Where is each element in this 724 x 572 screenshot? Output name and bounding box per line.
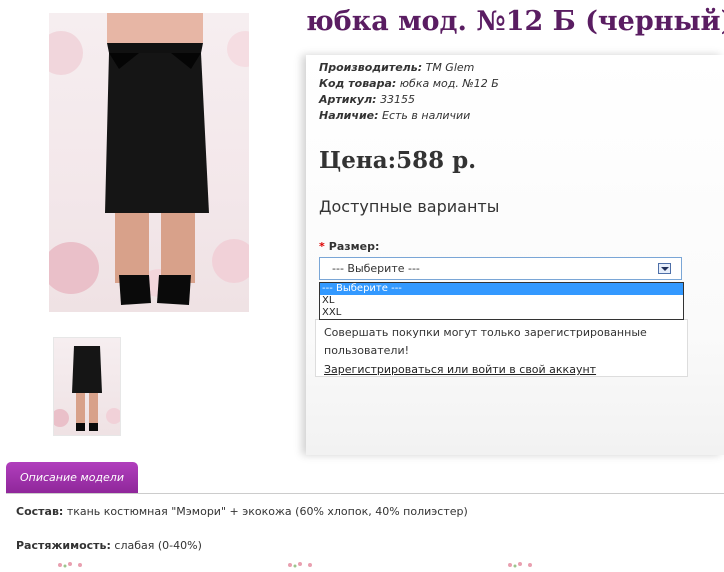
spec-label: Наличие:: [319, 109, 379, 122]
composition-value: ткань костюмная "Мэмори" + экокожа (60% …: [66, 505, 468, 518]
spec-article: Артикул: 33155: [319, 92, 415, 108]
spec-product-code: Код товара: юбка мод. №12 Б: [319, 76, 499, 92]
login-notice: Совершать покупки могут только зарегистр…: [315, 319, 688, 377]
spec-value: юбка мод. №12 Б: [399, 77, 499, 90]
spec-label: Код товара:: [319, 77, 397, 90]
tab-divider: [6, 493, 724, 494]
composition-label: Состав:: [16, 505, 64, 518]
size-select[interactable]: --- Выберите ---: [319, 257, 682, 280]
size-dropdown-list[interactable]: --- Выберите --- XL XXL: [319, 282, 684, 320]
login-notice-text: Совершать покупки могут только зарегистр…: [324, 326, 647, 357]
product-main-image[interactable]: [49, 13, 249, 312]
stretch-value: слабая (0-40%): [114, 539, 202, 552]
stretch-label: Растяжимость:: [16, 539, 111, 552]
spec-availability: Наличие: Есть в наличии: [319, 108, 470, 124]
product-price: Цена:588 р.: [319, 147, 477, 174]
required-mark: *: [319, 240, 325, 253]
size-option[interactable]: XXL: [320, 307, 683, 319]
chevron-down-icon[interactable]: [658, 263, 671, 274]
size-option[interactable]: XL: [320, 295, 683, 307]
product-title: юбка мод. №12 Б (черный): [306, 6, 724, 37]
size-label-text: Размер:: [328, 240, 380, 253]
spec-value: Есть в наличии: [382, 109, 471, 122]
tab-description[interactable]: Описание модели: [6, 462, 138, 494]
decorative-flower-border: [0, 553, 724, 568]
composition-line: Состав: ткань костюмная "Мэмори" + экоко…: [16, 505, 468, 518]
spec-value: TM Glem: [425, 61, 475, 74]
variants-heading: Доступные варианты: [319, 197, 500, 216]
spec-manufacturer: Производитель: TM Glem: [319, 60, 474, 76]
register-login-link[interactable]: Зарегистрироваться или войти в свой акка…: [324, 363, 596, 376]
product-info-panel: Производитель: TM Glem Код товара: юбка …: [306, 55, 724, 455]
spec-label: Артикул:: [319, 93, 377, 106]
product-thumbnail[interactable]: [53, 337, 121, 436]
spec-label: Производитель:: [319, 61, 423, 74]
spec-value: 33155: [380, 93, 416, 106]
size-option[interactable]: --- Выберите ---: [320, 283, 683, 295]
size-select-value: --- Выберите ---: [332, 262, 420, 275]
stretch-line: Растяжимость: слабая (0-40%): [16, 539, 202, 552]
size-label: * Размер:: [319, 240, 379, 253]
